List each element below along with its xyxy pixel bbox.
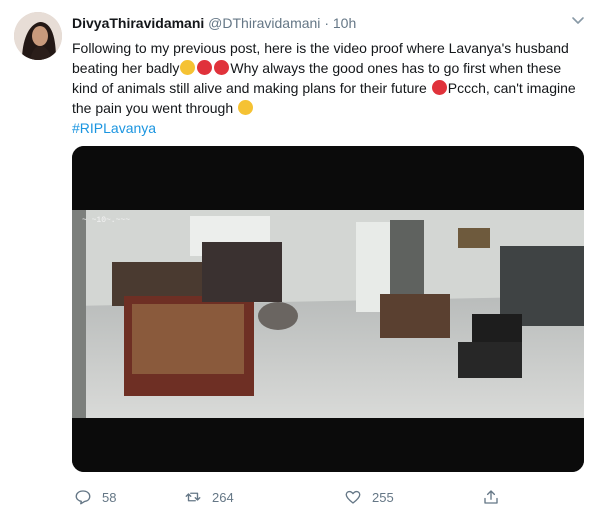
retweet-icon: [185, 492, 201, 502]
video-media[interactable]: ~ ~10~.~~~: [72, 146, 584, 472]
reply-icon: [75, 490, 91, 505]
share-icon: [484, 490, 498, 504]
angry-emoji-icon: [431, 80, 447, 95]
retweet-button[interactable]: 264: [184, 486, 234, 508]
share-button[interactable]: [482, 486, 510, 508]
sad-emoji-icon: [238, 100, 254, 115]
hashtag-link[interactable]: #RIPLavanya: [72, 120, 156, 136]
sad-emoji-icon: [180, 60, 196, 75]
angry-emoji-icon: [214, 60, 230, 75]
like-count: 255: [372, 489, 394, 505]
tweet-card: DivyaThiravidamani @DThiravidamani · 10h…: [0, 0, 600, 514]
tweet-header: DivyaThiravidamani @DThiravidamani · 10h: [72, 14, 580, 32]
display-name[interactable]: DivyaThiravidamani: [72, 15, 204, 31]
avatar[interactable]: [14, 12, 62, 60]
separator-dot: ·: [324, 15, 329, 31]
tweet-text: Following to my previous post, here is t…: [72, 38, 582, 138]
user-handle[interactable]: @DThiravidamani: [208, 15, 320, 31]
reply-button[interactable]: 58: [74, 486, 116, 508]
chevron-down-icon[interactable]: [570, 12, 586, 28]
like-button[interactable]: 255: [344, 486, 394, 508]
timestamp[interactable]: 10h: [333, 15, 356, 31]
reply-count: 58: [102, 489, 117, 505]
heart-icon: [345, 490, 361, 504]
tweet-actions: 58 264 255: [72, 486, 512, 508]
video-frame: [72, 146, 584, 472]
retweet-count: 264: [212, 489, 234, 505]
angry-emoji-icon: [197, 60, 213, 75]
video-overlay-text: ~ ~10~.~~~: [82, 216, 131, 225]
avatar-photo: [14, 12, 62, 60]
